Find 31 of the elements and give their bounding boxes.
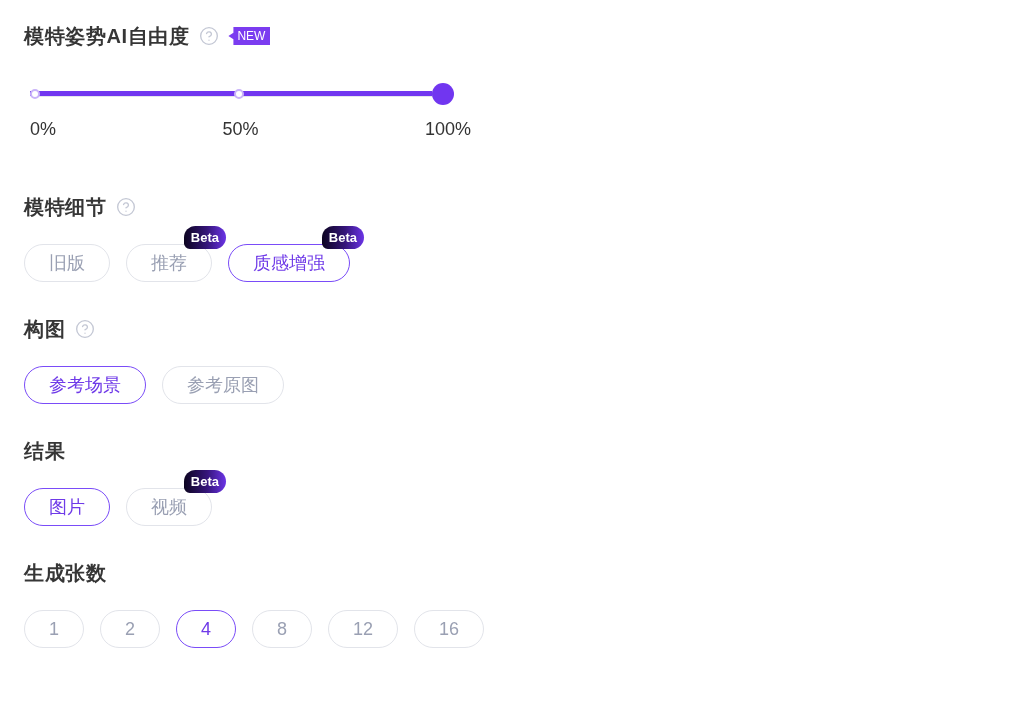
help-icon[interactable] (116, 197, 137, 217)
slider-mark-label: 100% (424, 119, 471, 139)
beta-badge: Beta (321, 226, 364, 249)
slider-mark-icon (234, 88, 244, 99)
slider-mark-label: 0% (30, 119, 56, 139)
section-title: 模特姿势AI自由度 (24, 24, 190, 48)
slider-mark-icon (30, 88, 40, 99)
option-button[interactable]: 12 (328, 610, 399, 648)
option-button[interactable]: 旧版 (24, 244, 110, 282)
option-button[interactable]: 图片 (24, 488, 110, 526)
option-button[interactable]: 16 (414, 610, 485, 648)
option-button[interactable]: 2 (100, 610, 161, 648)
option-button[interactable]: 4 (176, 610, 237, 648)
option-button[interactable]: 视频 (126, 488, 212, 526)
option-button[interactable]: 质感增强 (228, 244, 350, 282)
option-button[interactable]: 1 (24, 610, 84, 648)
help-icon[interactable] (75, 319, 96, 339)
slider-mark-label: 50% (222, 119, 259, 139)
section-title: 生成张数 (24, 561, 107, 585)
option-button[interactable]: 8 (252, 610, 313, 648)
new-badge: NEW (228, 27, 271, 45)
option-button[interactable]: 推荐 (126, 244, 212, 282)
slider-thumb[interactable] (432, 82, 454, 105)
section-title: 结果 (24, 439, 66, 463)
option-button[interactable]: 参考原图 (162, 366, 284, 404)
beta-badge: Beta (183, 470, 226, 493)
beta-badge: Beta (183, 226, 226, 249)
help-icon[interactable] (199, 26, 220, 46)
section-title: 模特细节 (24, 195, 107, 219)
section-title: 构图 (24, 317, 66, 341)
option-button[interactable]: 参考场景 (24, 366, 146, 404)
